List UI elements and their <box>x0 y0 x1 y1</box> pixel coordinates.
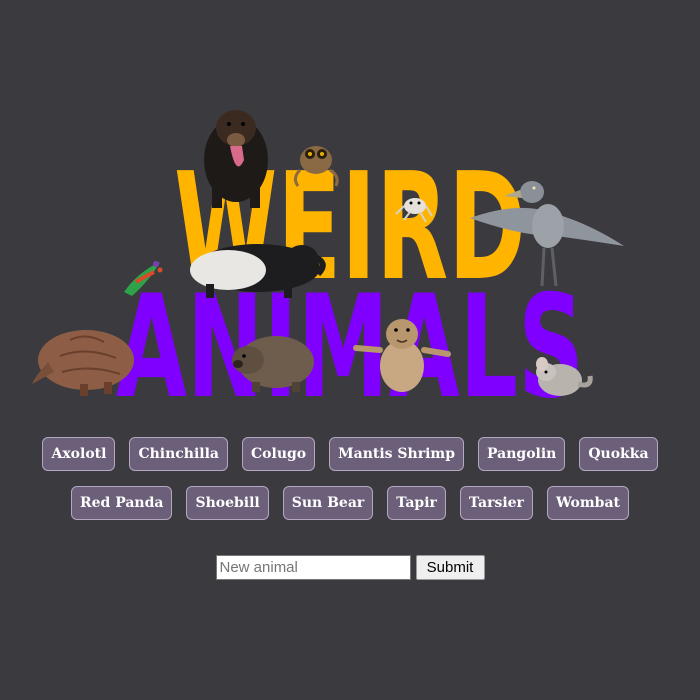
animal-button-sun-bear[interactable]: Sun Bear <box>282 486 374 520</box>
animal-button-pangolin[interactable]: Pangolin <box>478 437 566 471</box>
animal-button-chinchilla[interactable]: Chinchilla <box>129 437 229 471</box>
animal-button-quokka[interactable]: Quokka <box>579 437 658 471</box>
animal-button-tarsier[interactable]: Tarsier <box>459 486 533 520</box>
animal-button-red-panda[interactable]: Red Panda <box>71 486 173 520</box>
animal-button-tapir[interactable]: Tapir <box>387 486 446 520</box>
new-animal-input[interactable] <box>215 555 411 580</box>
animal-button-row: Axolotl Chinchilla Colugo Mantis Shrimp … <box>0 437 700 473</box>
animal-button-colugo[interactable]: Colugo <box>242 437 316 471</box>
page: WEIRD ANIMALS Axolotl Chinchilla Colugo … <box>0 0 700 700</box>
animal-button-list: Axolotl Chinchilla Colugo Mantis Shrimp … <box>0 437 700 535</box>
animal-button-shoebill[interactable]: Shoebill <box>186 486 269 520</box>
sun-bear-image <box>204 110 268 208</box>
submit-button[interactable]: Submit <box>415 555 485 580</box>
new-animal-form: Submit <box>0 555 700 580</box>
animal-button-row: Red Panda Shoebill Sun Bear Tapir Tarsie… <box>0 486 700 522</box>
logo-title-animals: ANIMALS <box>116 265 584 430</box>
animal-button-mantis-shrimp[interactable]: Mantis Shrimp <box>329 437 464 471</box>
animal-button-axolotl[interactable]: Axolotl <box>42 437 116 471</box>
weird-animals-logo: WEIRD ANIMALS <box>32 110 624 430</box>
animal-button-wombat[interactable]: Wombat <box>546 486 629 520</box>
